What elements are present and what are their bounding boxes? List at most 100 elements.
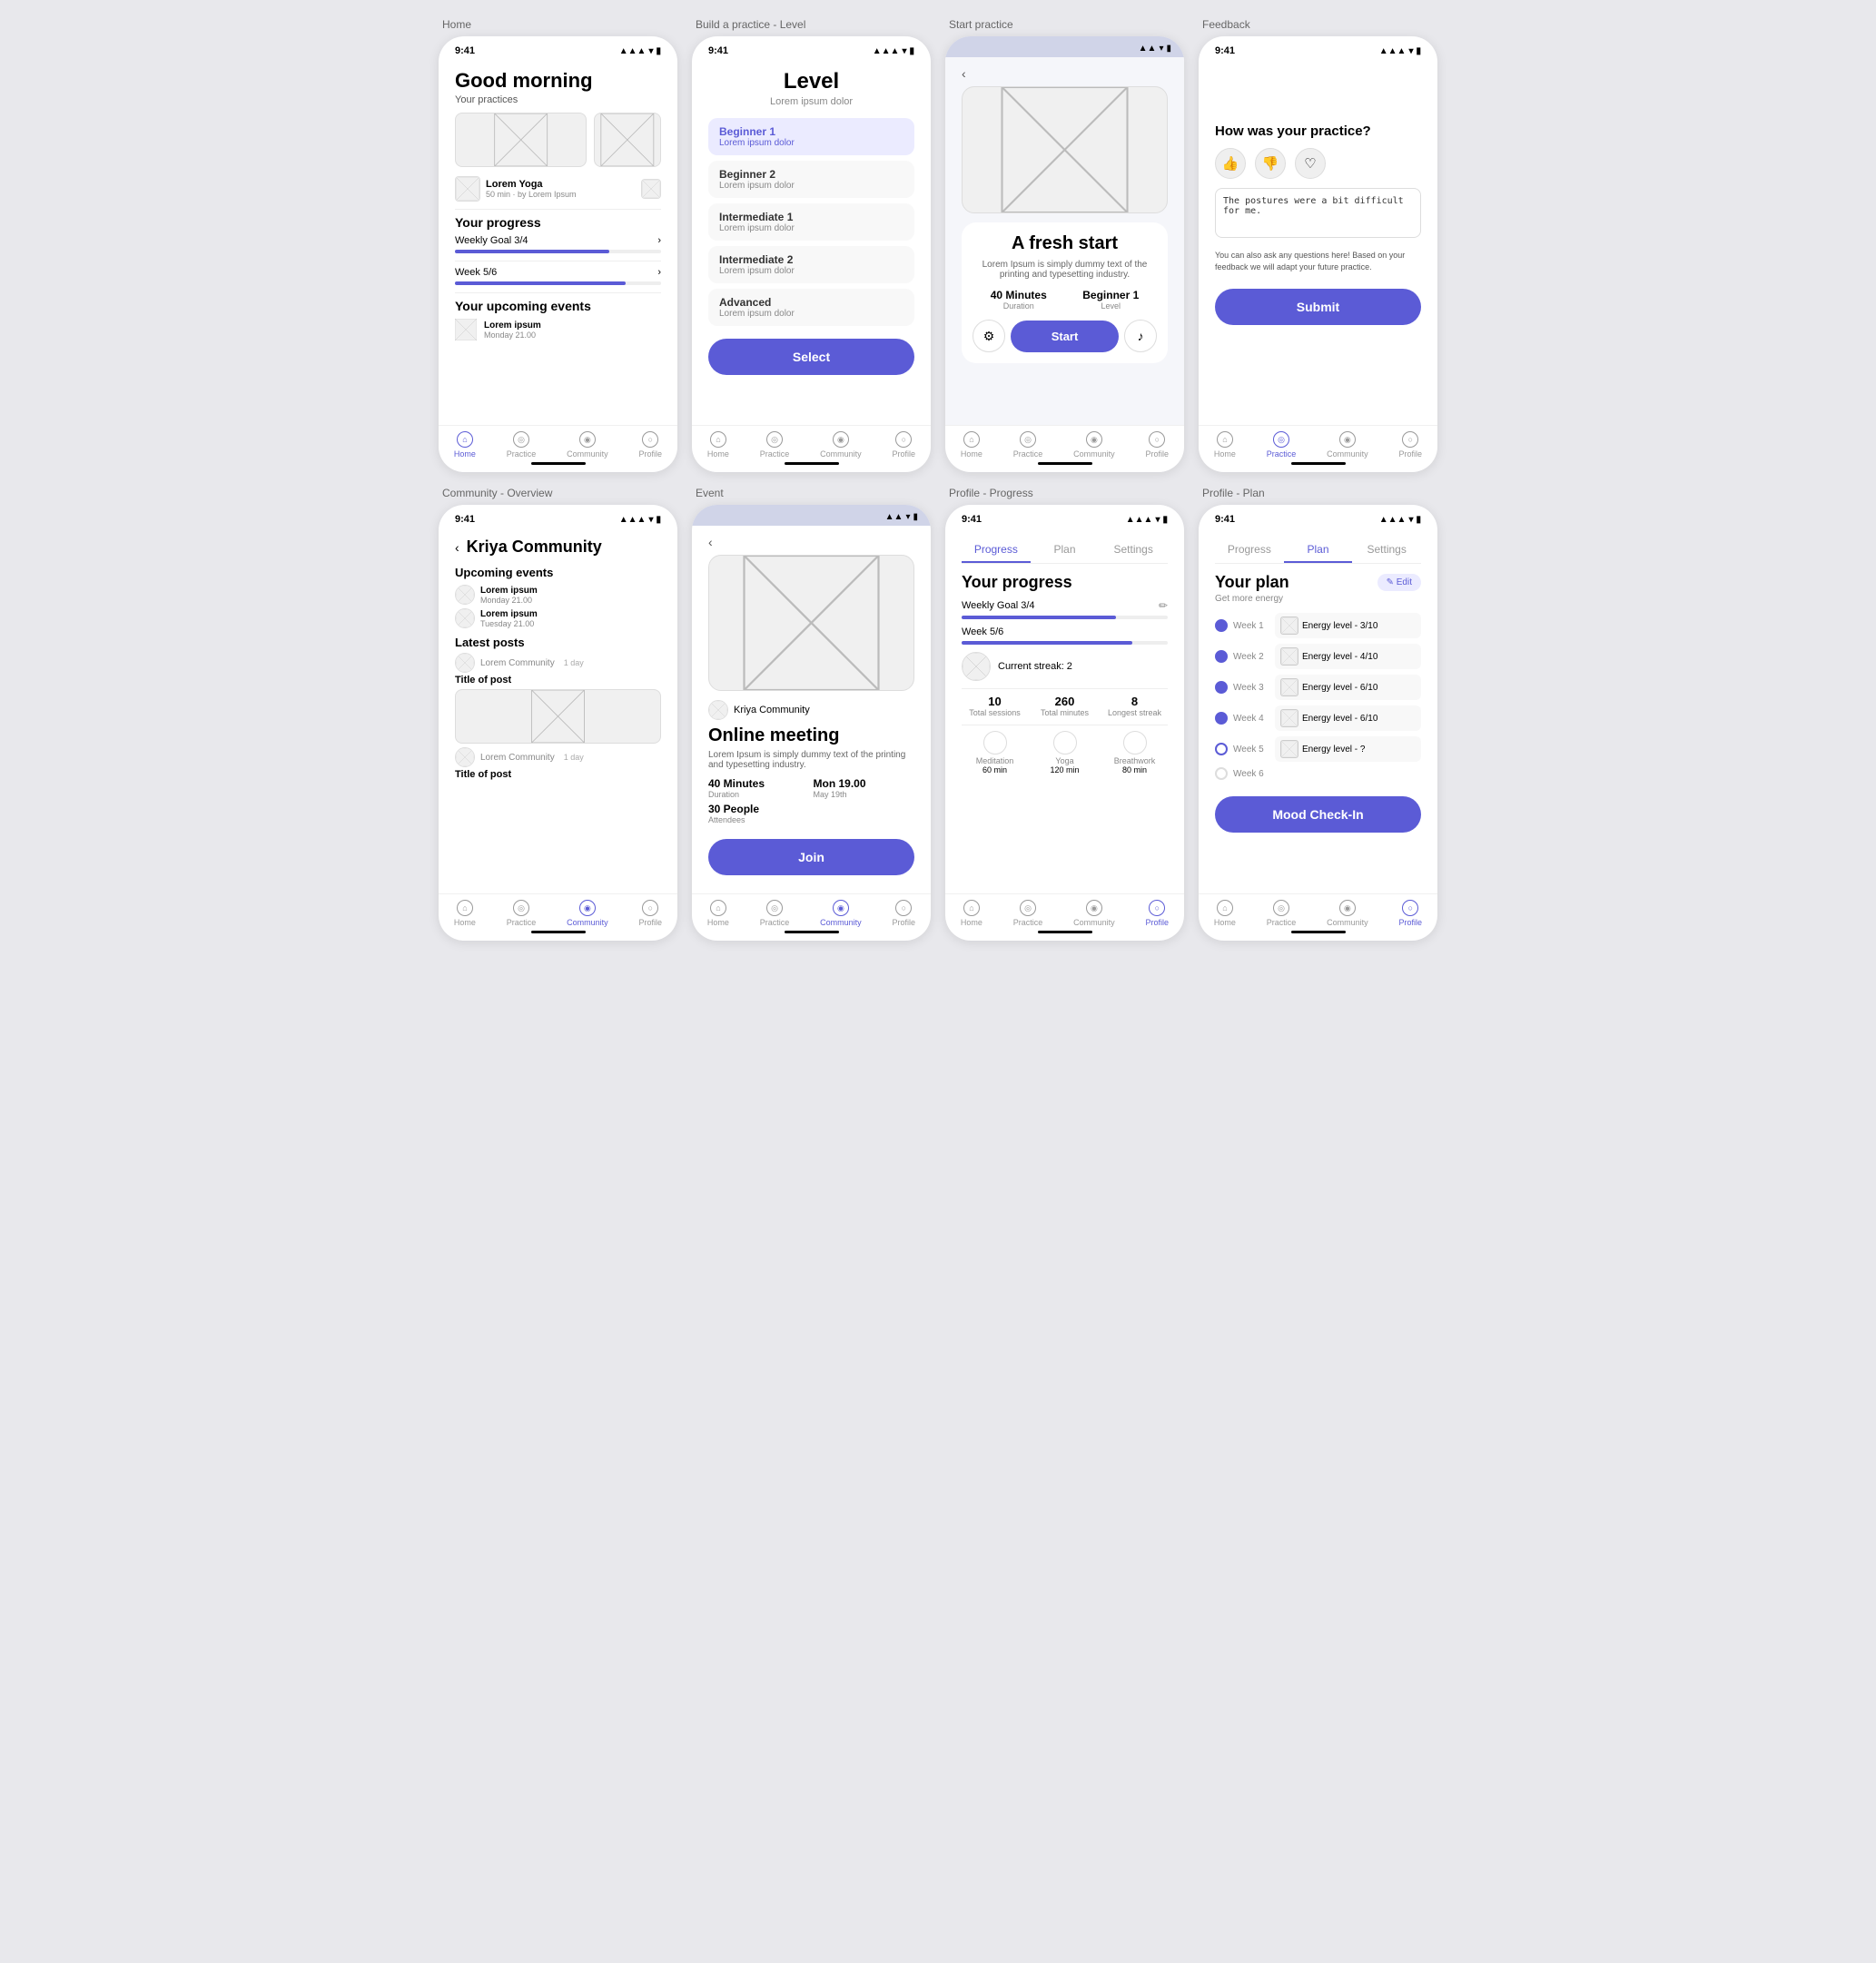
status-icons: ▲▲▲ ▾ ▮ <box>1379 515 1421 525</box>
progress-section-title: Your progress <box>962 573 1168 592</box>
stat-label-2: Longest streak <box>1101 708 1168 717</box>
screen-label-profile-progress: Profile - Progress <box>945 487 1184 499</box>
ptype-val-2: 80 min <box>1101 765 1168 774</box>
nav-item-home[interactable]: ⌂ Home <box>961 431 982 459</box>
event-icon-1 <box>455 608 475 628</box>
nav-icon-home: ⌂ <box>710 900 726 916</box>
event-back[interactable]: ‹ <box>708 535 914 549</box>
nav-item-home[interactable]: ⌂ Home <box>961 900 982 927</box>
nav-item-community[interactable]: ◉ Community <box>1073 431 1115 459</box>
nav-item-practice[interactable]: ◎ Practice <box>760 431 790 459</box>
nav-item-home[interactable]: ⌂ Home <box>454 900 476 927</box>
level-item-1[interactable]: Beginner 2 Lorem ipsum dolor <box>708 161 914 198</box>
edit-plan-button[interactable]: ✎ Edit <box>1377 574 1421 591</box>
nav-item-home[interactable]: ⌂ Home <box>1214 431 1236 459</box>
progress-week-bar <box>962 641 1168 645</box>
post-org-icon-1 <box>455 747 475 767</box>
nav-item-community[interactable]: ◉ Community <box>820 900 862 927</box>
nav-icon-community: ◉ <box>1086 431 1102 448</box>
nav-item-profile[interactable]: ○ Profile <box>639 900 663 927</box>
practice-card-1[interactable] <box>455 113 587 167</box>
week-content-4: Energy level - ? <box>1275 736 1421 762</box>
profile-tab-settings[interactable]: Settings <box>1352 538 1421 563</box>
nav-footer: ⌂ Home ◎ Practice ◉ Community ○ Profile <box>692 425 931 472</box>
nav-item-community[interactable]: ◉ Community <box>1073 900 1115 927</box>
profile-tab-plan[interactable]: Plan <box>1031 538 1100 563</box>
event-date-0: Monday 21.00 <box>480 596 538 605</box>
stat-label-1: Total minutes <box>1032 708 1098 717</box>
nav-item-home[interactable]: ⌂ Home <box>707 431 729 459</box>
settings-button[interactable]: ⚙ <box>973 320 1005 352</box>
heart-btn[interactable]: ♡ <box>1295 148 1326 179</box>
community-back[interactable]: ‹ <box>455 540 459 555</box>
thumbs-up-btn[interactable]: 👍 <box>1215 148 1246 179</box>
nav-item-home[interactable]: ⌂ Home <box>707 900 729 927</box>
feedback-textarea[interactable]: The postures were a bit difficult for me… <box>1215 188 1421 238</box>
back-button[interactable]: ‹ <box>962 66 1168 81</box>
edit-goal-btn[interactable]: ✏ <box>1159 599 1168 612</box>
bottom-bar <box>1291 462 1346 465</box>
nav-item-practice[interactable]: ◎ Practice <box>507 431 537 459</box>
nav-item-practice[interactable]: ◎ Practice <box>1013 431 1043 459</box>
music-button[interactable]: ♪ <box>1124 320 1157 352</box>
thumbs-down-btn[interactable]: 👎 <box>1255 148 1286 179</box>
screen-label-build-practice: Build a practice - Level <box>692 18 931 31</box>
nav-item-profile[interactable]: ○ Profile <box>639 431 663 459</box>
level-item-title-4: Advanced <box>719 296 903 309</box>
nav-label-practice: Practice <box>1267 918 1297 927</box>
nav-item-practice[interactable]: ◎ Practice <box>1267 900 1297 927</box>
start-button[interactable]: Start <box>1011 321 1119 352</box>
nav-item-practice[interactable]: ◎ Practice <box>1267 431 1297 459</box>
event-date: Mon 19.00 May 19th <box>814 777 915 799</box>
nav-item-community[interactable]: ◉ Community <box>1327 900 1368 927</box>
nav-label-profile: Profile <box>1146 449 1170 459</box>
nav-item-home[interactable]: ⌂ Home <box>1214 900 1236 927</box>
nav-item-profile[interactable]: ○ Profile <box>893 900 916 927</box>
level-item-4[interactable]: Advanced Lorem ipsum dolor <box>708 289 914 326</box>
level-item-2[interactable]: Intermediate 1 Lorem ipsum dolor <box>708 203 914 241</box>
nav-item-community[interactable]: ◉ Community <box>820 431 862 459</box>
bottom-bar <box>531 931 586 933</box>
week-content-text-2: Energy level - 6/10 <box>1302 683 1377 693</box>
nav-item-community[interactable]: ◉ Community <box>567 431 608 459</box>
nav-item-community[interactable]: ◉ Community <box>1327 431 1368 459</box>
nav-item-practice[interactable]: ◎ Practice <box>507 900 537 927</box>
profile-tab-plan[interactable]: Plan <box>1284 538 1353 563</box>
week-arrow: › <box>657 267 661 278</box>
nav-item-home[interactable]: ⌂ Home <box>454 431 476 459</box>
week-row[interactable]: Week 5/6 › <box>455 267 661 278</box>
event-name-0: Lorem ipsum <box>480 586 538 596</box>
level-item-0[interactable]: Beginner 1 Lorem ipsum dolor <box>708 118 914 155</box>
weekly-goal-row[interactable]: Weekly Goal 3/4 › <box>455 235 661 246</box>
select-button[interactable]: Select <box>708 339 914 375</box>
community-header: ‹ Kriya Community <box>455 538 661 557</box>
event-image <box>708 555 914 691</box>
profile-tab-progress[interactable]: Progress <box>1215 538 1284 563</box>
nav-icon-home: ⌂ <box>963 431 980 448</box>
practice-card-2[interactable] <box>594 113 661 167</box>
weekly-goal-text: Weekly Goal 3/4 <box>962 600 1035 611</box>
nav-item-profile[interactable]: ○ Profile <box>1146 900 1170 927</box>
nav-item-practice[interactable]: ◎ Practice <box>1013 900 1043 927</box>
level-item-title-0: Beginner 1 <box>719 125 903 138</box>
screen-feedback: 9:41 ▲▲▲ ▾ ▮ How was your practice? 👍 👎 … <box>1199 36 1437 472</box>
nav-label-community: Community <box>567 449 608 459</box>
join-button[interactable]: Join <box>708 839 914 875</box>
feedback-content: How was your practice? 👍 👎 ♡ The posture… <box>1199 60 1437 425</box>
week-content-img-3 <box>1280 709 1298 727</box>
profile-tab-progress[interactable]: Progress <box>962 538 1031 563</box>
nav-item-profile[interactable]: ○ Profile <box>893 431 916 459</box>
nav-item-profile[interactable]: ○ Profile <box>1399 431 1423 459</box>
nav-icon-community: ◉ <box>1086 900 1102 916</box>
submit-button[interactable]: Submit <box>1215 289 1421 325</box>
profile-tab-settings[interactable]: Settings <box>1099 538 1168 563</box>
nav-item-profile[interactable]: ○ Profile <box>1146 431 1170 459</box>
nav-item-profile[interactable]: ○ Profile <box>1399 900 1423 927</box>
level-item-3[interactable]: Intermediate 2 Lorem ipsum dolor <box>708 246 914 283</box>
status-icons: ▲▲▲ ▾ ▮ <box>619 46 661 56</box>
mood-checkin-button[interactable]: Mood Check-In <box>1215 796 1421 833</box>
nav-footer: ⌂ Home ◎ Practice ◉ Community ○ Profile <box>439 893 677 941</box>
nav-item-practice[interactable]: ◎ Practice <box>760 900 790 927</box>
nav-item-community[interactable]: ◉ Community <box>567 900 608 927</box>
screen-wrapper-profile-plan: Profile - Plan 9:41 ▲▲▲ ▾ ▮ Progress Pla… <box>1199 487 1437 941</box>
